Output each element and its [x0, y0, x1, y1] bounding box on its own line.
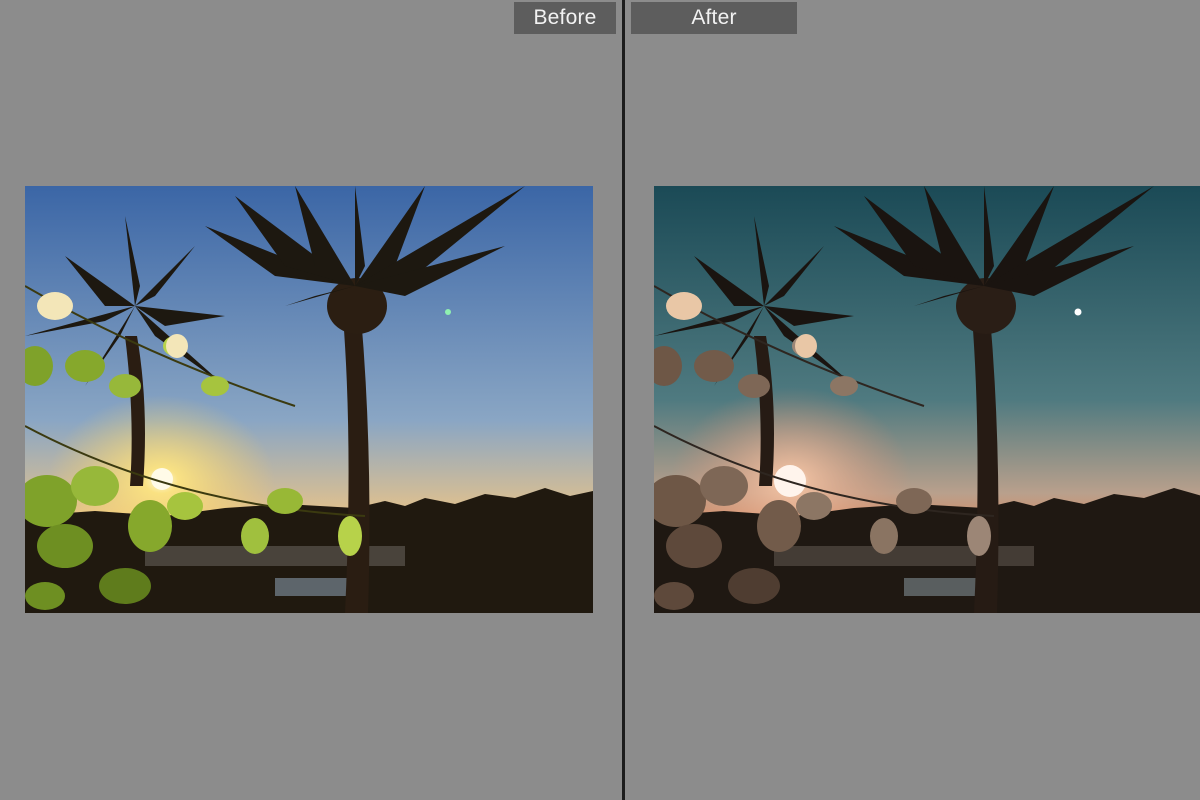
before-pane[interactable]: Before [0, 0, 620, 800]
divider-line [622, 0, 625, 800]
before-pool [275, 578, 355, 596]
before-lens-flare-dot [445, 309, 451, 315]
after-photo-canvas [654, 186, 1200, 613]
before-photo[interactable] [25, 186, 593, 613]
before-photo-canvas [25, 186, 593, 613]
after-label: After [631, 2, 797, 34]
after-photo[interactable] [654, 186, 1200, 613]
before-label: Before [514, 2, 616, 34]
after-pane[interactable]: After [628, 0, 1200, 800]
before-after-compare-view: Before After [0, 0, 1200, 800]
after-pool [904, 578, 984, 596]
after-lens-flare-dot [1074, 308, 1082, 316]
compare-divider[interactable] [620, 0, 628, 800]
